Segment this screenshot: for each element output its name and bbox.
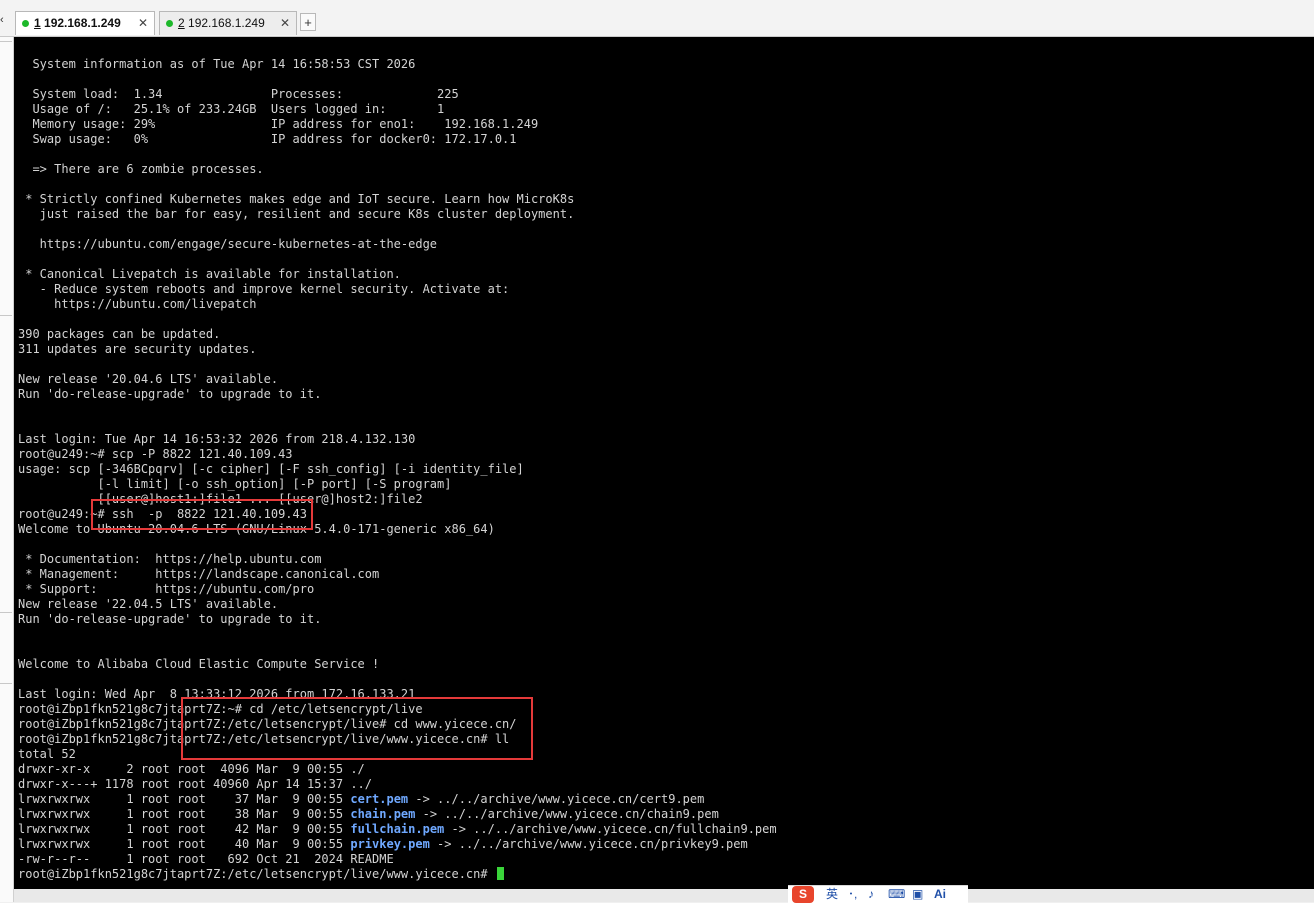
file-name: fullchain.pem: [350, 822, 445, 836]
terminal-line: 311 updates are security updates.: [18, 342, 257, 356]
file-listing-row: lrwxrwxrwx 1 root root 37 Mar 9 00:55 ce…: [18, 792, 777, 807]
tab-session-1[interactable]: 1 192.168.1.249 ✕: [15, 11, 155, 35]
terminal-line: total 52: [18, 747, 76, 761]
tab-number: 1: [34, 16, 41, 30]
tab-title: 192.168.1.249: [184, 16, 265, 30]
panel-divider: [0, 315, 12, 316]
terminal-line: Swap usage: 0% IP address for docker0: 1…: [18, 132, 517, 146]
language-toggle[interactable]: 英: [826, 886, 838, 903]
terminal-line: Welcome to Alibaba Cloud Elastic Compute…: [18, 657, 380, 671]
terminal-line: New release '22.04.5 LTS' available.: [18, 597, 279, 611]
keyboard-icon[interactable]: ⌨: [888, 886, 905, 903]
microphone-icon[interactable]: ♪: [868, 886, 874, 903]
link-target: -> ../../archive/www.yicece.cn/cert9.pem: [408, 792, 705, 806]
terminal-line: drwxr-xr-x 2 root root 4096 Mar 9 00:55 …: [18, 762, 365, 776]
terminal-line: https://ubuntu.com/livepatch: [18, 297, 257, 311]
terminal-line: root@u249:~# scp -P 8822 121.40.109.43: [18, 447, 293, 461]
terminal-line: root@iZbp1fkn521g8c7jtaprt7Z:/etc/letsen…: [18, 732, 510, 746]
new-tab-button[interactable]: +: [300, 13, 316, 31]
terminal-line: just raised the bar for easy, resilient …: [18, 207, 575, 221]
file-permissions: lrwxrwxrwx 1 root root 42 Mar 9 00:55: [18, 822, 351, 836]
terminal-output[interactable]: System information as of Tue Apr 14 16:5…: [14, 37, 1314, 889]
terminal-line: Run 'do-release-upgrade' to upgrade to i…: [18, 387, 322, 401]
terminal-line: usage: scp [-346BCpqrv] [-c cipher] [-F …: [18, 462, 524, 476]
file-permissions: lrwxrwxrwx 1 root root 38 Mar 9 00:55: [18, 807, 351, 821]
tab-bar: ‹ 1 192.168.1.249 ✕ 2 192.168.1.249 ✕ +: [0, 0, 1314, 37]
terminal-line: [-l limit] [-o ssh_option] [-P port] [-S…: [18, 477, 452, 491]
terminal-line: * Management: https://landscape.canonica…: [18, 567, 380, 581]
terminal-line: - Reduce system reboots and improve kern…: [18, 282, 510, 296]
file-listing-row: lrwxrwxrwx 1 root root 42 Mar 9 00:55 fu…: [18, 822, 777, 837]
tab-title: 192.168.1.249: [40, 16, 121, 30]
close-tab-icon[interactable]: ✕: [138, 12, 148, 34]
terminal-line: * Support: https://ubuntu.com/pro: [18, 582, 315, 596]
prompt-line: root@iZbp1fkn521g8c7jtaprt7Z:/etc/letsen…: [18, 867, 777, 882]
terminal-line: https://ubuntu.com/engage/secure-kuberne…: [18, 237, 438, 251]
file-listing-row: lrwxrwxrwx 1 root root 38 Mar 9 00:55 ch…: [18, 807, 777, 822]
file-permissions: lrwxrwxrwx 1 root root 37 Mar 9 00:55: [18, 792, 351, 806]
file-name: chain.pem: [350, 807, 416, 821]
terminal-line: drwxr-x---+ 1178 root root 40960 Apr 14 …: [18, 777, 373, 791]
terminal-line: [[user@]host1:]file1 ... [[user@]host2:]…: [18, 492, 423, 506]
panel-divider: [0, 683, 12, 684]
tab-session-2[interactable]: 2 192.168.1.249 ✕: [159, 11, 297, 35]
terminal-line: System load: 1.34 Processes: 225: [18, 87, 459, 101]
connected-status-icon: [166, 20, 173, 27]
toolbox-icon[interactable]: ▣: [912, 886, 923, 903]
session-side-panel: [0, 37, 14, 902]
file-listing-row: lrwxrwxrwx 1 root root 40 Mar 9 00:55 pr…: [18, 837, 777, 852]
file-name: cert.pem: [350, 792, 409, 806]
ime-toolbar: S 英 ･, ♪ ⌨ ▣ Ai: [788, 885, 968, 903]
status-bar: [14, 889, 1314, 902]
terminal-line: * Canonical Livepatch is available for i…: [18, 267, 401, 281]
close-tab-icon[interactable]: ✕: [280, 12, 290, 34]
sogou-logo-icon[interactable]: S: [792, 886, 814, 903]
tab-number: 2: [178, 16, 185, 30]
terminal-text: System information as of Tue Apr 14 16:5…: [18, 57, 777, 882]
terminal-line: root@u249:~# ssh -p 8822 121.40.109.43: [18, 507, 307, 521]
terminal-line: => There are 6 zombie processes.: [18, 162, 264, 176]
scroll-tabs-left-icon[interactable]: ‹: [0, 14, 4, 26]
shell-prompt: root@iZbp1fkn521g8c7jtaprt7Z:/etc/letsen…: [18, 867, 495, 881]
cursor: [496, 867, 504, 880]
terminal-line: New release '20.04.6 LTS' available.: [18, 372, 279, 386]
file-permissions: lrwxrwxrwx 1 root root 40 Mar 9 00:55: [18, 837, 351, 851]
link-target: -> ../../archive/www.yicece.cn/chain9.pe…: [415, 807, 719, 821]
punctuation-icon[interactable]: ･,: [848, 886, 857, 903]
terminal-line: Memory usage: 29% IP address for eno1: 1…: [18, 117, 539, 131]
link-target: -> ../../archive/www.yicece.cn/privkey9.…: [429, 837, 748, 851]
ai-icon[interactable]: Ai: [934, 886, 946, 903]
terminal-line: System information as of Tue Apr 14 16:5…: [18, 57, 416, 71]
terminal-line: root@iZbp1fkn521g8c7jtaprt7Z:~# cd /etc/…: [18, 702, 423, 716]
terminal-line: root@iZbp1fkn521g8c7jtaprt7Z:/etc/letsen…: [18, 717, 517, 731]
terminal-line: Last login: Wed Apr 8 13:33:12 2026 from…: [18, 687, 416, 701]
terminal-line: Welcome to Ubuntu 20.04.6 LTS (GNU/Linux…: [18, 522, 495, 536]
terminal-line: * Documentation: https://help.ubuntu.com: [18, 552, 322, 566]
terminal-line: -rw-r--r-- 1 root root 692 Oct 21 2024 R…: [18, 852, 394, 866]
connected-status-icon: [22, 20, 29, 27]
file-name: privkey.pem: [350, 837, 430, 851]
terminal-line: Usage of /: 25.1% of 233.24GB Users logg…: [18, 102, 445, 116]
terminal-line: Run 'do-release-upgrade' to upgrade to i…: [18, 612, 322, 626]
panel-divider: [0, 41, 12, 42]
terminal-line: Last login: Tue Apr 14 16:53:32 2026 fro…: [18, 432, 416, 446]
link-target: -> ../../archive/www.yicece.cn/fullchain…: [444, 822, 777, 836]
terminal-line: 390 packages can be updated.: [18, 327, 221, 341]
panel-divider: [0, 612, 12, 613]
terminal-line: * Strictly confined Kubernetes makes edg…: [18, 192, 575, 206]
